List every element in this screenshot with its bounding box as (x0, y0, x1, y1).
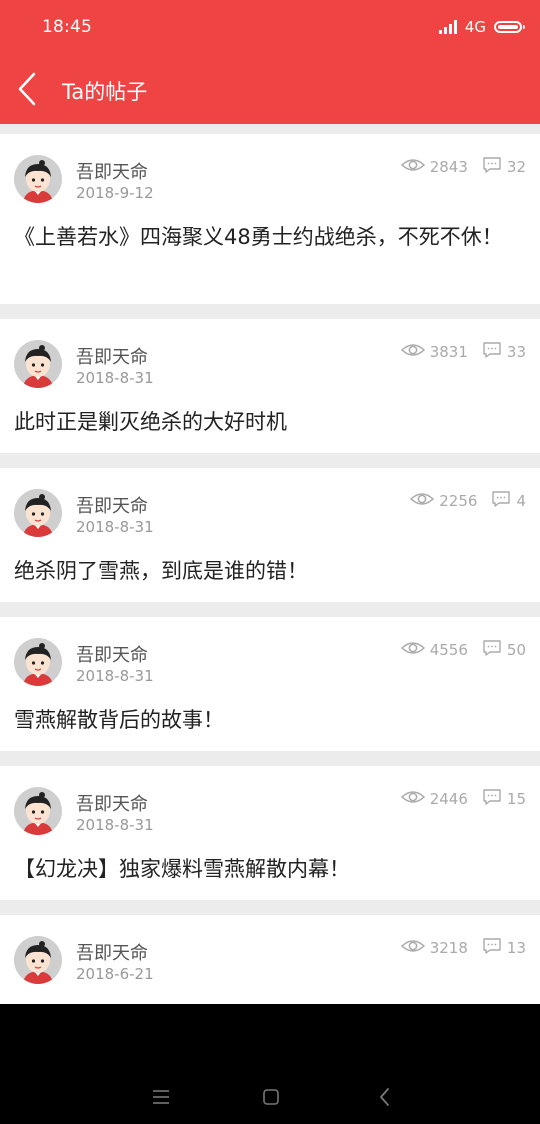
post-date: 2018-8-31 (76, 816, 154, 834)
app-bar: Ta的帖子 (0, 54, 540, 124)
avatar[interactable] (14, 155, 62, 203)
comments-count: 4 (491, 490, 526, 512)
views-count: 3831 (400, 342, 468, 362)
comment-icon (482, 639, 502, 661)
post-stats: 2843 32 (400, 156, 526, 178)
system-nav-bar (0, 1004, 540, 1124)
comments-count: 13 (482, 937, 526, 959)
post-card[interactable]: 吾即天命 2018-8-31 3831 33 此时正是剿灭绝杀的大好时机 (0, 319, 540, 453)
post-card[interactable]: 吾即天命 2018-8-31 2256 4 绝杀阴了雪燕，到底是谁的错！ (0, 468, 540, 602)
battery-icon (494, 21, 525, 33)
menu-icon (153, 1090, 169, 1104)
post-list[interactable]: 吾即天命 2018-9-12 2843 32 《上善若水》四海聚义48勇士约战绝… (0, 124, 540, 1004)
author-name: 吾即天命 (76, 645, 148, 666)
author-name: 吾即天命 (76, 347, 148, 368)
post-card[interactable]: 吾即天命 2018-8-31 4556 50 雪燕解散背后的故事！ (0, 617, 540, 751)
comment-icon (482, 937, 502, 959)
eye-icon (400, 789, 425, 809)
comment-icon (491, 490, 511, 512)
post-stats: 3218 13 (400, 937, 526, 959)
post-title: 【幻龙决】独家爆料雪燕解散内幕！ (14, 857, 350, 881)
post-date: 2018-9-12 (76, 184, 154, 202)
post-date: 2018-8-31 (76, 518, 154, 536)
views-count: 3218 (400, 938, 468, 958)
status-bar: 18:45 4G (0, 0, 540, 54)
views-count: 2256 (410, 491, 477, 511)
nav-menu-button[interactable] (148, 1084, 174, 1110)
post-stats: 2446 15 (400, 788, 526, 810)
comment-icon (482, 341, 502, 363)
eye-icon (400, 342, 425, 362)
comments-count: 33 (482, 341, 526, 363)
nav-home-button[interactable] (258, 1084, 284, 1110)
comment-icon (482, 156, 502, 178)
avatar[interactable] (14, 787, 62, 835)
eye-icon (410, 491, 435, 511)
back-chevron-icon (380, 1088, 389, 1106)
eye-icon (400, 938, 425, 958)
post-title: 雪燕解散背后的故事！ (14, 708, 224, 732)
comment-icon (482, 788, 502, 810)
post-title: 绝杀阴了雪燕，到底是谁的错！ (14, 559, 308, 583)
author-name: 吾即天命 (76, 162, 148, 183)
signal-icon (438, 20, 457, 34)
network-type: 4G (464, 18, 486, 36)
views-count: 4556 (400, 640, 468, 660)
back-arrow-icon (18, 72, 36, 106)
status-indicators: 4G (438, 15, 525, 39)
post-date: 2018-8-31 (76, 667, 154, 685)
views-count: 2446 (400, 789, 468, 809)
post-stats: 3831 33 (400, 341, 526, 363)
avatar[interactable] (14, 340, 62, 388)
eye-icon (400, 157, 425, 177)
avatar[interactable] (14, 489, 62, 537)
comments-count: 15 (482, 788, 526, 810)
avatar[interactable] (14, 936, 62, 984)
author-name: 吾即天命 (76, 794, 148, 815)
home-square-icon (263, 1089, 279, 1105)
post-date: 2018-8-31 (76, 369, 154, 387)
post-card[interactable]: 吾即天命 2018-9-12 2843 32 《上善若水》四海聚义48勇士约战绝… (0, 134, 540, 304)
comments-count: 50 (482, 639, 526, 661)
author-name: 吾即天命 (76, 943, 148, 964)
views-count: 2843 (400, 157, 468, 177)
post-date: 2018-6-21 (76, 965, 154, 983)
nav-back-button[interactable] (372, 1084, 398, 1110)
status-time: 18:45 (42, 17, 92, 37)
back-button[interactable] (12, 68, 52, 110)
post-title: 《上善若水》四海聚义48勇士约战绝杀，不死不休！ (14, 225, 503, 249)
author-name: 吾即天命 (76, 496, 148, 517)
eye-icon (400, 640, 425, 660)
post-title: 此时正是剿灭绝杀的大好时机 (14, 410, 287, 434)
comments-count: 32 (482, 156, 526, 178)
page-title: Ta的帖子 (62, 80, 148, 104)
post-stats: 4556 50 (400, 639, 526, 661)
avatar[interactable] (14, 638, 62, 686)
post-card[interactable]: 吾即天命 2018-8-31 2446 15 【幻龙决】独家爆料雪燕解散内幕！ (0, 766, 540, 900)
post-card[interactable]: 吾即天命 2018-6-21 3218 13 (0, 915, 540, 1004)
post-stats: 2256 4 (410, 490, 526, 512)
